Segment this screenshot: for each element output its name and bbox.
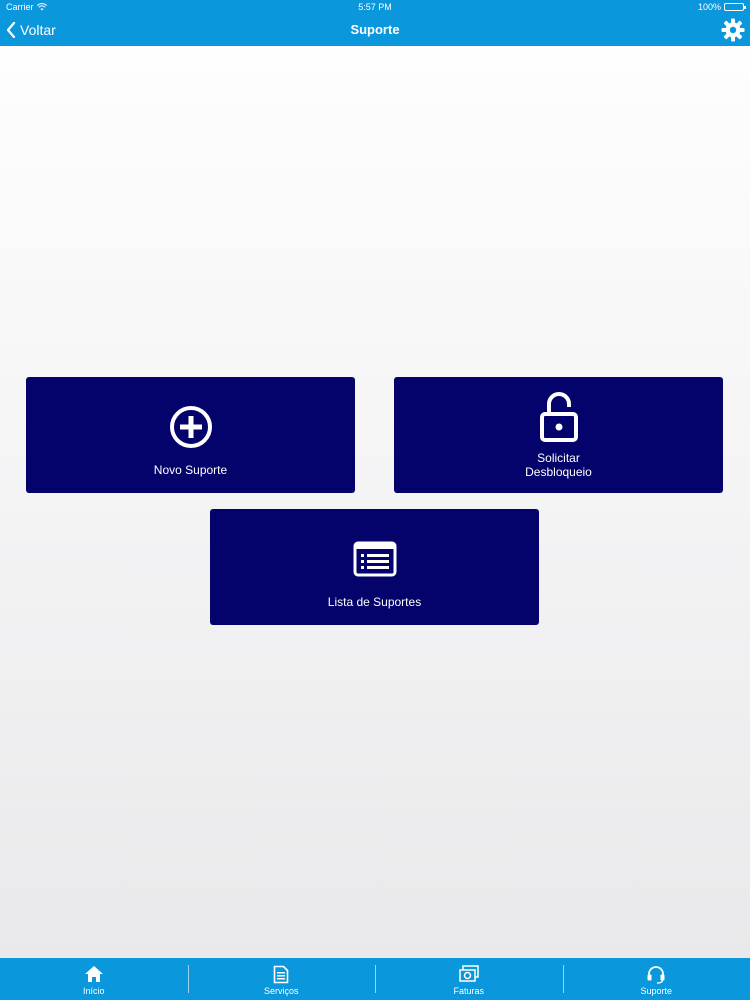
battery-percent: 100% [697,2,721,12]
tab-faturas-label: Faturas [453,986,484,996]
document-icon [273,964,289,984]
settings-button[interactable] [721,18,745,42]
list-icon [353,535,397,583]
support-list-label: Lista de Suportes [327,595,422,609]
tab-inicio[interactable]: Início [0,958,188,1000]
home-icon [84,964,104,984]
status-bar: Carrier 5:57 PM 100% [0,0,750,14]
gear-icon [721,18,745,42]
status-battery: 100% [697,0,746,14]
new-support-label: Novo Suporte [153,463,228,477]
request-unlock-tile[interactable]: Solicitar Desbloqueio [394,377,723,493]
request-unlock-label: Solicitar Desbloqueio [525,451,592,479]
new-support-tile[interactable]: Novo Suporte [26,377,355,493]
support-list-tile[interactable]: Lista de Suportes [210,509,539,625]
tab-servicos-label: Serviços [263,986,299,996]
headset-icon [646,964,666,984]
top-bar: Carrier 5:57 PM 100% Voltar Suporte [0,0,750,46]
tab-suporte-label: Suporte [640,986,673,996]
tab-bar: Início Serviços Faturas Suporte [0,958,750,1000]
tab-faturas[interactable]: Faturas [375,958,563,1000]
status-time: 5:57 PM [358,2,392,12]
plus-circle-icon [169,403,213,451]
tab-suporte[interactable]: Suporte [562,958,750,1000]
battery-icon [724,3,746,11]
money-icon [459,964,479,984]
tab-servicos[interactable]: Serviços [187,958,376,1000]
tab-inicio-label: Início [82,986,105,996]
navigation-bar: Voltar Suporte [0,14,750,46]
unlock-icon [539,392,579,442]
support-screen: Carrier 5:57 PM 100% Voltar Suporte Novo… [0,0,750,1000]
page-title: Suporte [350,22,400,37]
